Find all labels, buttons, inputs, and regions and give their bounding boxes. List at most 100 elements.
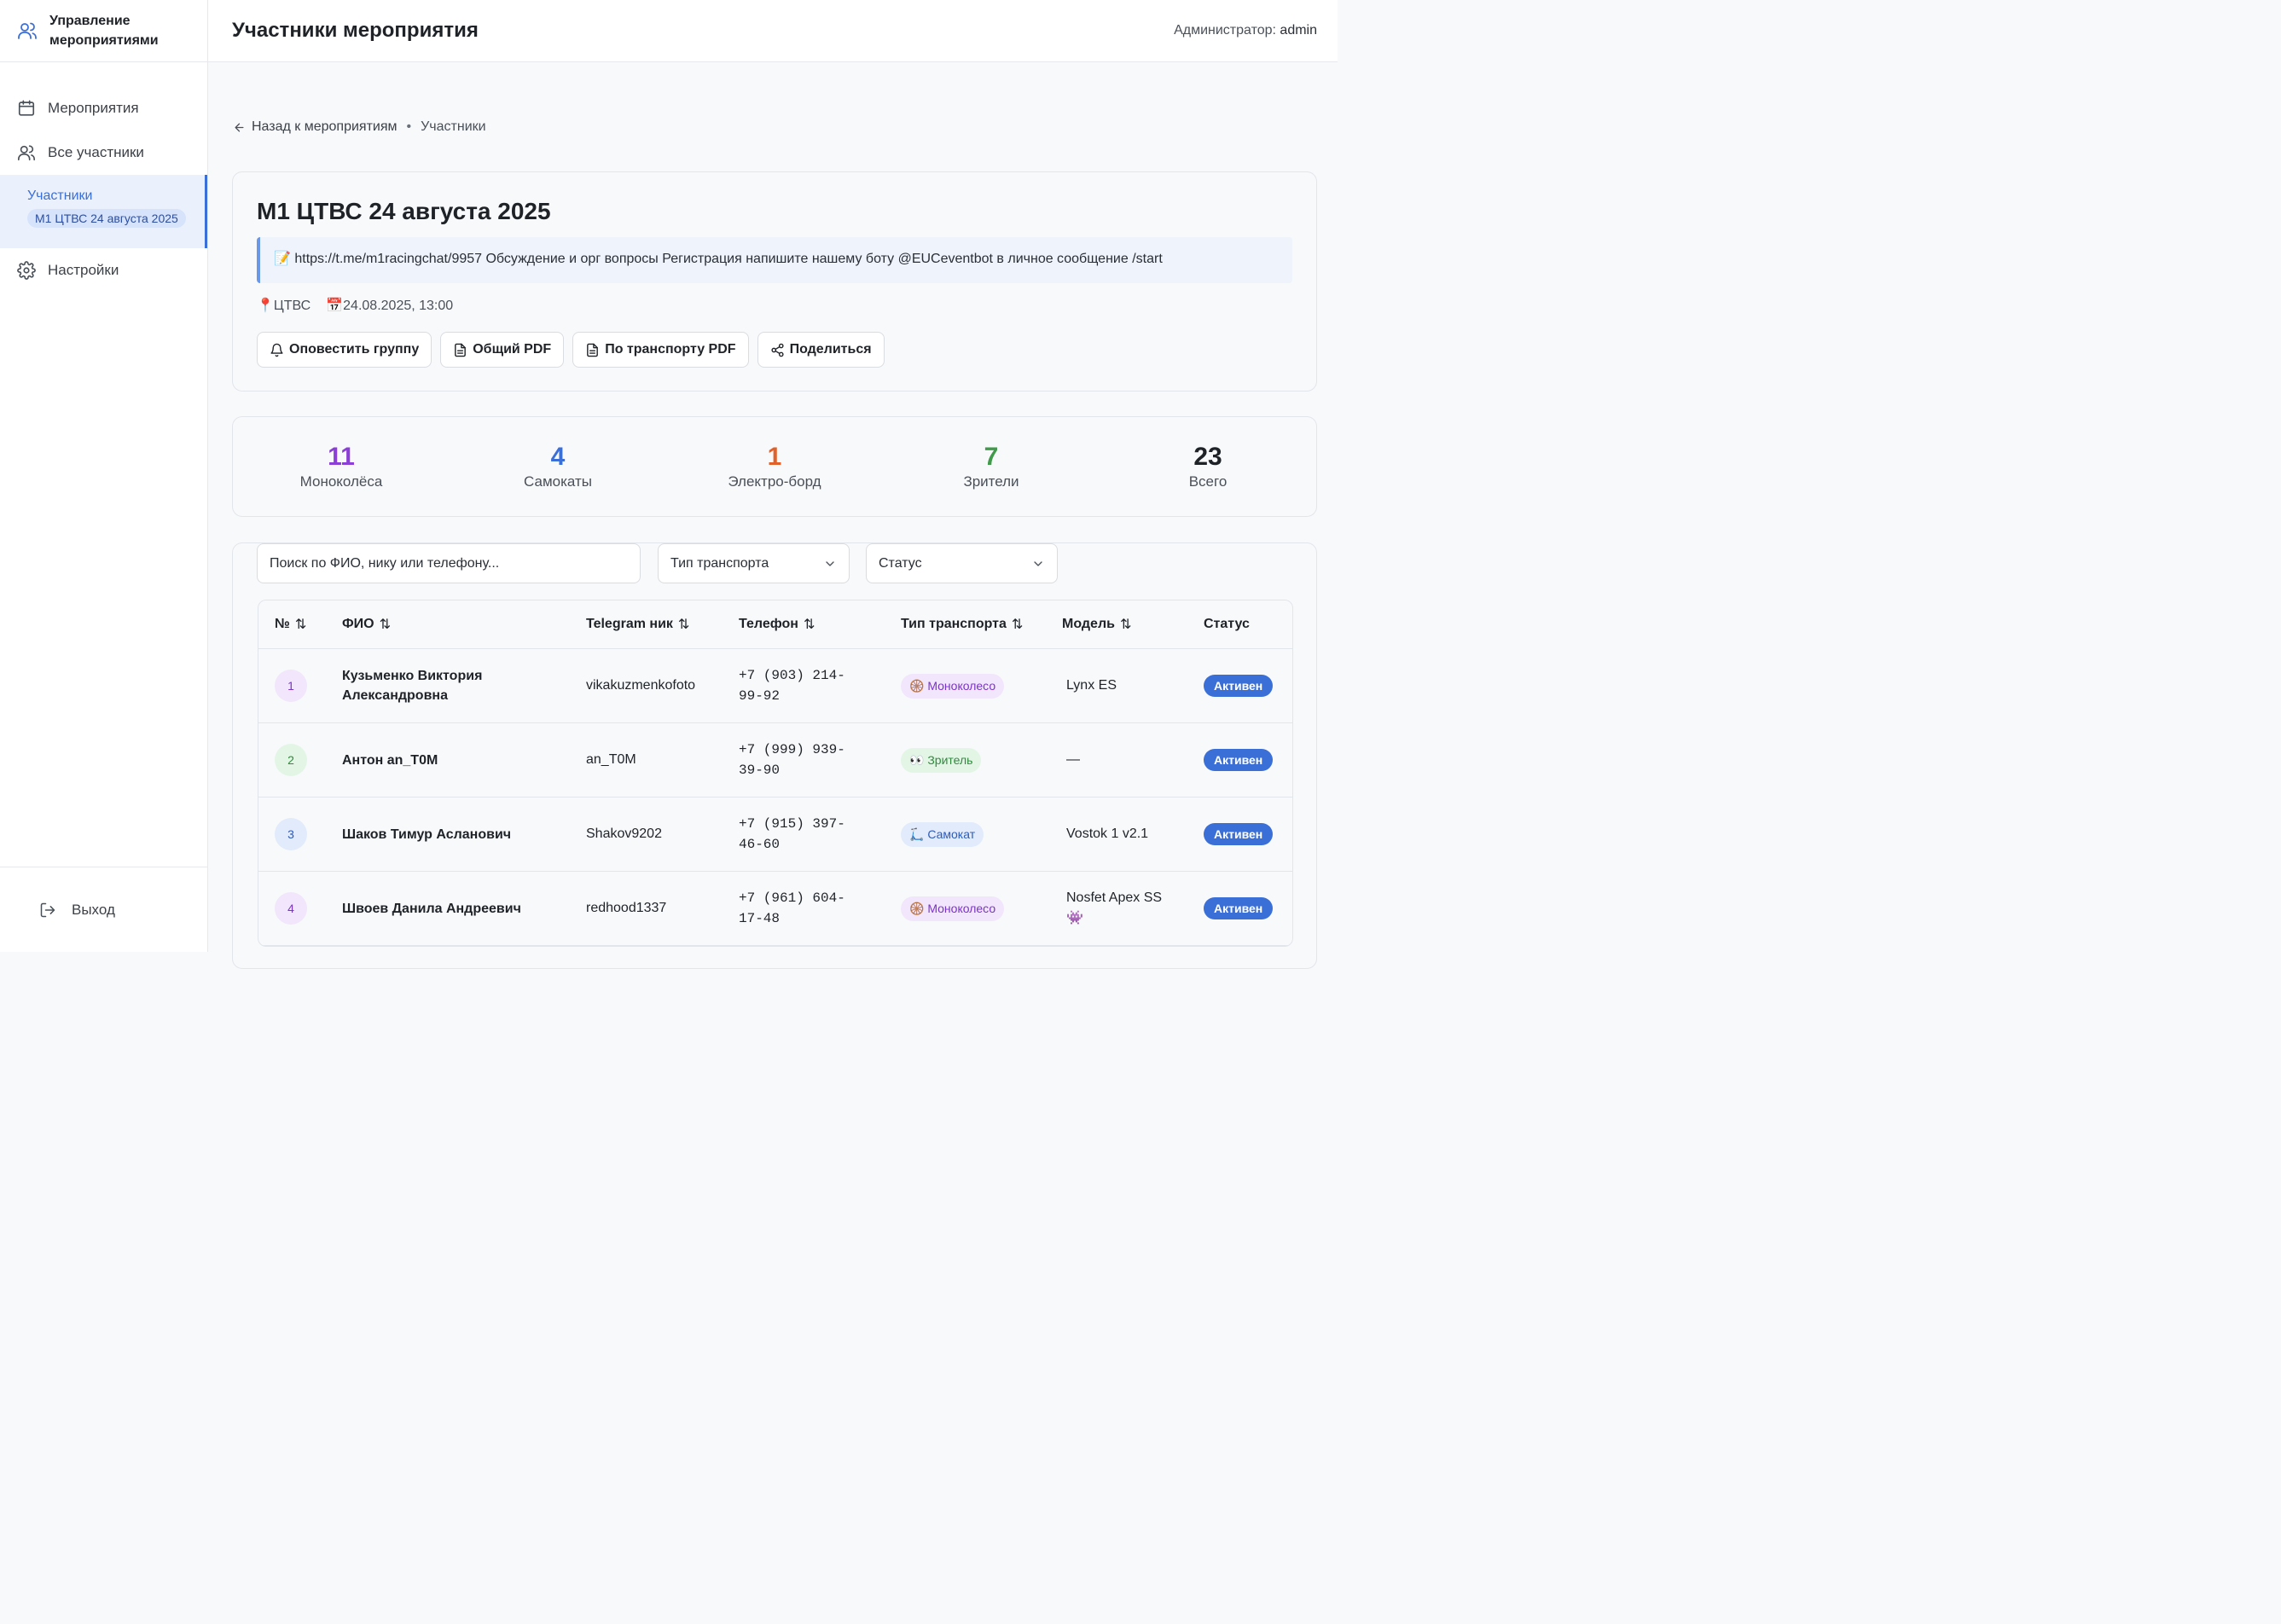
- bell-icon: [270, 343, 283, 357]
- column-label: Модель: [1062, 617, 1115, 631]
- admin-info: Администратор: admin: [1174, 23, 1317, 38]
- chevron-down-icon: [826, 560, 834, 566]
- calendar-icon: [18, 100, 35, 116]
- column-header-number[interactable]: № ⇅: [275, 616, 306, 633]
- status-select[interactable]: Статус: [866, 543, 1058, 583]
- transport-cell: 👀 Зритель: [901, 723, 982, 797]
- phone-number: +7 (903) 214-99-92: [739, 668, 845, 704]
- stat-label: Всего: [1188, 473, 1228, 490]
- status-cell: Активен: [1204, 723, 1274, 797]
- stat-viewers: 7 Зрители: [883, 417, 1100, 516]
- status-badge[interactable]: Активен: [1204, 823, 1274, 845]
- column-header-model[interactable]: Модель ⇅: [1062, 616, 1131, 633]
- phone-cell: +7 (961) 604-17-48: [739, 872, 867, 945]
- fio-cell: Кузьменко Виктория Александровна: [342, 649, 555, 722]
- participant-name: Антон an_T0M: [342, 752, 438, 768]
- transport-pdf-button[interactable]: По транспорту PDF: [572, 332, 749, 368]
- pin-icon: 📍: [257, 299, 274, 313]
- table-row[interactable]: 2 Антон an_T0M an_T0M +7 (999) 939-39-90…: [258, 723, 1292, 798]
- event-meta: 📍ЦТВС 📅24.08.2025, 13:00: [257, 297, 453, 314]
- participant-name: Кузьменко Виктория Александровна: [342, 669, 483, 703]
- breadcrumb-separator: •: [406, 119, 412, 134]
- model-name: Lynx ES: [1066, 678, 1117, 693]
- general-pdf-button[interactable]: Общий PDF: [440, 332, 565, 368]
- status-badge[interactable]: Активен: [1204, 897, 1274, 919]
- table-row[interactable]: 1 Кузьменко Виктория Александровна vikak…: [258, 649, 1292, 723]
- row-number: 1: [275, 670, 307, 702]
- status-cell: Активен: [1204, 798, 1274, 871]
- column-header-transport[interactable]: Тип транспорта ⇅: [901, 616, 1023, 633]
- file-icon: [587, 343, 599, 357]
- status-badge[interactable]: Активен: [1204, 749, 1274, 771]
- fio-cell: Шаков Тимур Асланович: [342, 798, 555, 871]
- model-cell: —: [1066, 723, 1177, 797]
- column-label: №: [275, 617, 290, 631]
- sort-icon: ⇅: [294, 618, 307, 632]
- telegram-nick: vikakuzmenkofoto: [586, 678, 696, 693]
- column-header-telegram[interactable]: Telegram ник ⇅: [586, 616, 689, 633]
- model-cell: Lynx ES: [1066, 649, 1177, 722]
- event-title: М1 ЦТВС 24 августа 2025: [257, 198, 551, 224]
- logout-icon: [40, 902, 55, 917]
- column-label: Статус: [1204, 617, 1250, 631]
- telegram-nick: redhood1337: [586, 901, 667, 915]
- column-label: Тип транспорта: [901, 617, 1007, 631]
- column-header-fio[interactable]: ФИО ⇅: [342, 616, 391, 633]
- general-pdf-label: Общий PDF: [473, 342, 552, 357]
- participant-name: Швоев Данила Андреевич: [342, 901, 521, 916]
- breadcrumb: Назад к мероприятиям • Участники: [233, 119, 486, 135]
- status-cell: Активен: [1204, 872, 1274, 945]
- share-button[interactable]: Поделиться: [757, 332, 885, 368]
- app-title: Управление мероприятиями: [49, 14, 159, 48]
- transport-tag: 🛞 Моноколесо: [901, 896, 1005, 921]
- column-header-status: Статус: [1204, 617, 1250, 632]
- logout-label: Выход: [72, 901, 115, 918]
- share-icon: [770, 343, 784, 357]
- status-cell: Активен: [1204, 649, 1274, 722]
- sidebar-item-events[interactable]: Мероприятия: [0, 86, 207, 130]
- telegram-cell: an_T0M: [586, 723, 636, 797]
- notify-group-button[interactable]: Оповестить группу: [257, 332, 432, 368]
- sort-icon: ⇅: [1119, 618, 1132, 632]
- stat-label: Электро-борд: [728, 473, 821, 490]
- event-description: 📝 https://t.me/m1racingchat/9957 Обсужде…: [257, 237, 1292, 283]
- search-input[interactable]: [257, 543, 641, 583]
- sidebar-item-settings[interactable]: Настройки: [0, 248, 207, 293]
- sidebar: Управление мероприятиями Мероприятия Все…: [0, 0, 208, 952]
- status-value: Статус: [879, 555, 922, 571]
- sidebar-item-participants[interactable]: Участники М1 ЦТВС 24 августа 2025: [0, 175, 207, 248]
- users-icon: [18, 145, 35, 161]
- row-number-cell: 2: [275, 723, 307, 797]
- model-name: Nosfet Apex SS👾: [1066, 890, 1163, 925]
- transport-tag: 🛞 Моноколесо: [901, 673, 1005, 699]
- stat-monowheels: 11 Моноколёса: [233, 417, 450, 516]
- sort-icon: ⇅: [1011, 618, 1024, 632]
- sidebar-item-label: Все участники: [48, 144, 144, 160]
- gear-icon: [17, 261, 36, 280]
- sort-icon: ⇅: [677, 618, 690, 632]
- phone-cell: +7 (915) 397-46-60: [739, 798, 867, 871]
- transport-cell: 🛴 Самокат: [901, 798, 984, 871]
- calendar-icon: 📅: [326, 299, 344, 313]
- stat-value: 23: [1193, 443, 1222, 471]
- stat-value: 7: [984, 443, 999, 471]
- table-row[interactable]: 4 Швоев Данила Андреевич redhood1337 +7 …: [258, 872, 1292, 946]
- stat-value: 1: [767, 443, 782, 471]
- sidebar-item-all-participants[interactable]: Все участники: [0, 130, 207, 175]
- logout-button[interactable]: Выход: [0, 867, 207, 952]
- table-row[interactable]: 3 Шаков Тимур Асланович Shakov9202 +7 (9…: [258, 798, 1292, 872]
- event-badge: М1 ЦТВС 24 августа 2025: [27, 209, 186, 228]
- stat-label: Моноколёса: [299, 473, 383, 490]
- row-number: 3: [275, 818, 307, 850]
- participants-panel: Тип транспорта Статус №⇅ ФИО⇅ Telegram н…: [232, 542, 1317, 969]
- status-badge[interactable]: Активен: [1204, 675, 1274, 697]
- phone-cell: +7 (903) 214-99-92: [739, 649, 867, 722]
- column-header-phone[interactable]: Телефон ⇅: [739, 616, 815, 633]
- sidebar-item-label: Мероприятия: [48, 100, 139, 116]
- sidebar-nav: Мероприятия Все участники Участники М1 Ц…: [0, 62, 207, 293]
- back-to-events-link[interactable]: Назад к мероприятиям: [252, 119, 398, 135]
- transport-type-select[interactable]: Тип транспорта: [658, 543, 850, 583]
- phone-cell: +7 (999) 939-39-90: [739, 723, 867, 797]
- model-cell: Nosfet Apex SS👾: [1066, 872, 1177, 945]
- stat-total: 23 Всего: [1100, 417, 1316, 516]
